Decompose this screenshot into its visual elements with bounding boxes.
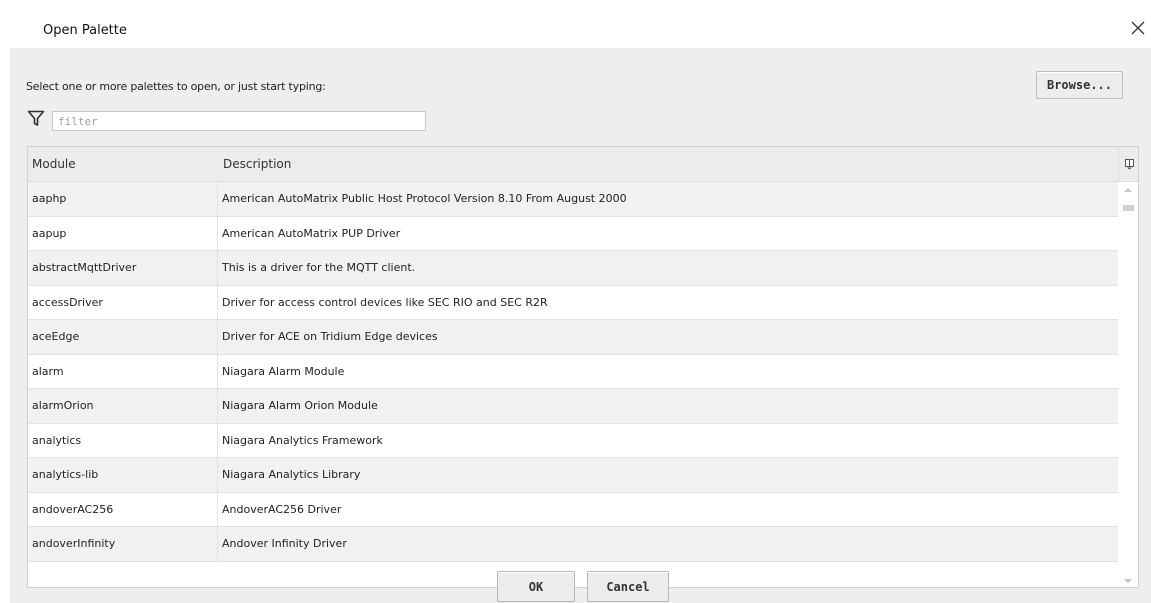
description-cell: American AutoMatrix Public Host Protocol… [222, 192, 627, 205]
table-row[interactable]: andoverInfinity Andover Infinity Driver [28, 527, 1118, 562]
description-cell: American AutoMatrix PUP Driver [222, 226, 401, 240]
module-cell: aceEdge [28, 320, 218, 354]
description-cell: Andover Infinity Driver [222, 537, 347, 550]
description-cell: AndoverAC256 Driver [222, 502, 342, 516]
description-cell: Niagara Alarm Module [222, 364, 345, 378]
palette-table: Module Description aaphp American AutoMa… [27, 146, 1139, 588]
dialog-body: Select one or more palettes to open, or … [10, 48, 1151, 603]
module-cell: andoverAC256 [28, 492, 218, 527]
table-row[interactable]: aceEdge Driver for ACE on Tridium Edge d… [28, 320, 1118, 355]
ok-button[interactable]: OK [497, 571, 575, 602]
column-header-description[interactable]: Description [219, 147, 1118, 182]
column-chooser-icon[interactable] [1118, 147, 1138, 182]
module-cell: accessDriver [28, 285, 218, 320]
close-icon[interactable] [1127, 17, 1149, 39]
column-header-module[interactable]: Module [28, 147, 219, 182]
table-row[interactable]: analytics-lib Niagara Analytics Library [28, 458, 1118, 493]
scroll-up-icon[interactable] [1124, 188, 1132, 192]
table-body: aaphp American AutoMatrix Public Host Pr… [28, 182, 1118, 587]
module-cell: alarm [28, 354, 218, 389]
table-row[interactable]: accessDriver Driver for access control d… [28, 285, 1118, 320]
description-cell: Niagara Analytics Library [222, 468, 361, 481]
table-row[interactable]: abstractMqttDriver This is a driver for … [28, 251, 1118, 286]
filter-icon [27, 109, 45, 127]
cancel-button[interactable]: Cancel [587, 571, 669, 602]
table-row[interactable]: alarm Niagara Alarm Module [28, 354, 1118, 389]
vertical-scrollbar[interactable] [1118, 182, 1138, 587]
table-row[interactable]: andoverAC256 AndoverAC256 Driver [28, 492, 1118, 527]
instruction-text: Select one or more palettes to open, or … [26, 80, 326, 93]
table-header: Module Description [28, 147, 1118, 182]
description-cell: This is a driver for the MQTT client. [222, 261, 416, 274]
dialog-titlebar: Open Palette [10, 0, 1151, 48]
module-cell: aaphp [28, 182, 218, 216]
filter-input[interactable] [52, 111, 426, 131]
description-cell: Driver for ACE on Tridium Edge devices [222, 330, 438, 343]
scroll-down-icon[interactable] [1124, 579, 1132, 583]
dialog-title: Open Palette [43, 23, 127, 38]
table-row[interactable]: analytics Niagara Analytics Framework [28, 423, 1118, 458]
module-cell: analytics [28, 423, 218, 458]
browse-button[interactable]: Browse... [1036, 71, 1123, 99]
module-cell: aapup [28, 216, 218, 251]
scrollbar-thumb[interactable] [1123, 205, 1134, 211]
table-row[interactable]: aapup American AutoMatrix PUP Driver [28, 216, 1118, 251]
description-cell: Driver for access control devices like S… [222, 295, 548, 309]
module-cell: andoverInfinity [28, 527, 218, 561]
table-row[interactable]: alarmOrion Niagara Alarm Orion Module [28, 389, 1118, 424]
module-cell: abstractMqttDriver [28, 251, 218, 285]
description-cell: Niagara Alarm Orion Module [222, 399, 378, 412]
table-row[interactable]: aaphp American AutoMatrix Public Host Pr… [28, 182, 1118, 217]
module-cell: alarmOrion [28, 389, 218, 423]
description-cell: Niagara Analytics Framework [222, 433, 383, 447]
module-cell: analytics-lib [28, 458, 218, 492]
